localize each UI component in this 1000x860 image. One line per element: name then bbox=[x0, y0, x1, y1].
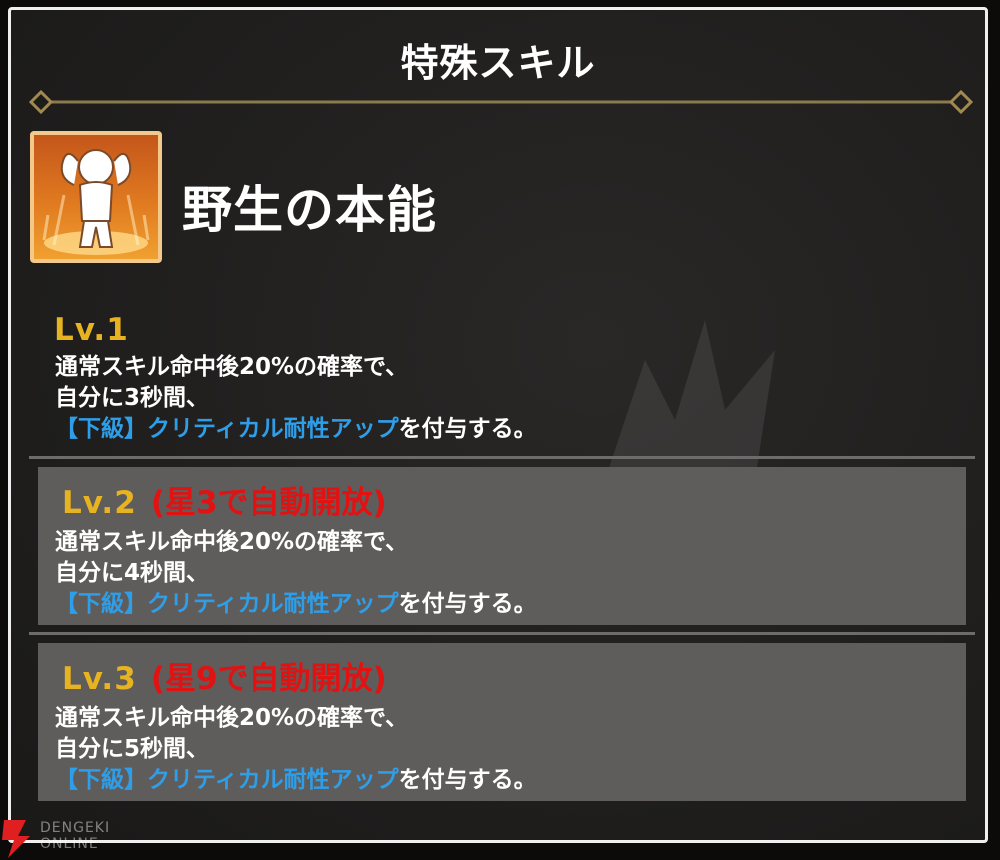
skill-level-3: Lv.3 (星9で自動開放) 通常スキル命中後20%の確率で、 自分に5秒間、 【… bbox=[38, 643, 966, 801]
lightning-logo-icon bbox=[2, 820, 30, 858]
description-line: 通常スキル命中後20%の確率で、 bbox=[55, 354, 409, 380]
description-line: 自分に4秒間、 bbox=[55, 560, 210, 586]
level-label: Lv.1 bbox=[54, 312, 129, 348]
buff-name: 【下級】クリティカル耐性アップ bbox=[55, 416, 399, 442]
description-line: 通常スキル命中後20%の確率で、 bbox=[55, 705, 409, 731]
watermark-line: ONLINE bbox=[40, 836, 99, 852]
skill-name: 野生の本能 bbox=[182, 181, 437, 239]
skill-level-1: Lv.1 通常スキル命中後20%の確率で、 自分に3秒間、 【下級】クリティカル… bbox=[29, 300, 975, 460]
level-description: 通常スキル命中後20%の確率で、 自分に5秒間、 【下級】クリティカル耐性アップ… bbox=[55, 703, 537, 796]
watermark-line: DENGEKI bbox=[40, 820, 111, 836]
level-label: Lv.3 bbox=[62, 661, 137, 697]
level-header: Lv.1 bbox=[54, 312, 129, 348]
level-label: Lv.2 bbox=[62, 485, 137, 521]
description-suffix: を付与する。 bbox=[398, 416, 537, 442]
flexing-figure-icon bbox=[30, 131, 162, 263]
watermark: DENGEKI ONLINE bbox=[0, 816, 140, 860]
description-line: 自分に5秒間、 bbox=[55, 736, 210, 762]
buff-name: 【下級】クリティカル耐性アップ bbox=[55, 591, 399, 617]
description-line: 【下級】クリティカル耐性アップを付与する。 bbox=[55, 414, 537, 445]
dialog-title: 特殊スキル bbox=[400, 41, 596, 85]
screen: 特殊スキル 野生の本能 Lv.1 通常スキル命中後20%の確率で、 自分に3秒間… bbox=[0, 0, 1000, 860]
level-description: 通常スキル命中後20%の確率で、 自分に4秒間、 【下級】クリティカル耐性アップ… bbox=[55, 527, 537, 620]
unlock-condition: (星3で自動開放) bbox=[150, 485, 387, 521]
description-suffix: を付与する。 bbox=[398, 767, 537, 793]
skill-level-2: Lv.2 (星3で自動開放) 通常スキル命中後20%の確率で、 自分に4秒間、 【… bbox=[38, 467, 966, 625]
unlock-condition: (星9で自動開放) bbox=[150, 661, 387, 697]
description-suffix: を付与する。 bbox=[398, 591, 537, 617]
level-separator bbox=[29, 456, 975, 459]
buff-name: 【下級】クリティカル耐性アップ bbox=[55, 767, 399, 793]
description-line: 【下級】クリティカル耐性アップを付与する。 bbox=[55, 765, 537, 796]
level-description: 通常スキル命中後20%の確率で、 自分に3秒間、 【下級】クリティカル耐性アップ… bbox=[55, 352, 537, 445]
description-line: 自分に3秒間、 bbox=[55, 385, 210, 411]
special-skill-dialog: 特殊スキル 野生の本能 Lv.1 通常スキル命中後20%の確率で、 自分に3秒間… bbox=[8, 7, 988, 843]
level-header: Lv.3 (星9で自動開放) bbox=[62, 653, 387, 698]
description-line: 通常スキル命中後20%の確率で、 bbox=[55, 529, 409, 555]
watermark-text: DENGEKI ONLINE bbox=[40, 820, 110, 852]
level-header: Lv.2 (星3で自動開放) bbox=[62, 477, 387, 522]
description-line: 【下級】クリティカル耐性アップを付与する。 bbox=[55, 589, 537, 620]
level-separator bbox=[29, 632, 975, 635]
ornamental-divider bbox=[29, 90, 973, 114]
